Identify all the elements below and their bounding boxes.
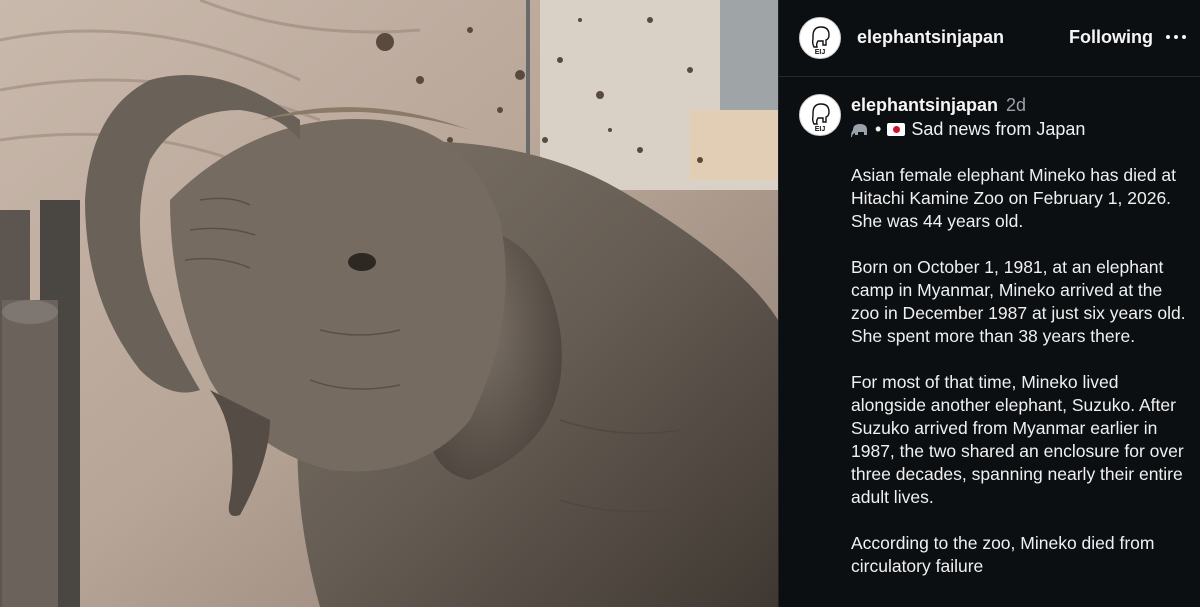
elephant-photo — [0, 0, 778, 607]
post-side-panel: EIJ elephantsinjapan Following EIJ eleph… — [778, 0, 1200, 607]
post-photo[interactable] — [0, 0, 778, 607]
avatar-initials: EIJ — [815, 49, 826, 56]
caption-paragraph: Asian female elephant Mineko has died at… — [851, 165, 1176, 231]
caption-paragraph: According to the zoo, Mineko died from c… — [851, 533, 1155, 576]
caption-meta: elephantsinjapan 2d — [851, 95, 1026, 116]
subtitle-text: Sad news from Japan — [911, 119, 1086, 139]
japan-flag-icon — [887, 123, 906, 136]
elephant-logo-icon: EIJ — [811, 26, 830, 56]
caption-avatar[interactable]: EIJ — [799, 94, 841, 136]
caption-body: Asian female elephant Mineko has died at… — [851, 164, 1189, 601]
caption-username[interactable]: elephantsinjapan — [851, 95, 998, 115]
elephant-logo-icon: EIJ — [811, 103, 830, 133]
caption-paragraph: Born on October 1, 1981, at an elephant … — [851, 257, 1186, 346]
caption-paragraph: For most of that time, Mineko lived alon… — [851, 372, 1184, 507]
following-button[interactable]: Following — [1069, 27, 1153, 48]
elephant-emoji-icon — [851, 123, 867, 137]
header-username[interactable]: elephantsinjapan — [857, 27, 1004, 48]
more-options-icon[interactable] — [1163, 24, 1189, 50]
post-caption: EIJ elephantsinjapan 2d • Sad news from J… — [779, 77, 1200, 607]
profile-avatar[interactable]: EIJ — [799, 17, 841, 59]
post-age: 2d — [1006, 95, 1027, 115]
subtitle-separator: • — [875, 119, 882, 139]
caption-subtitle: • Sad news from Japan — [851, 119, 1085, 140]
post-header: EIJ elephantsinjapan Following — [779, 0, 1200, 77]
avatar-initials: EIJ — [815, 126, 826, 133]
